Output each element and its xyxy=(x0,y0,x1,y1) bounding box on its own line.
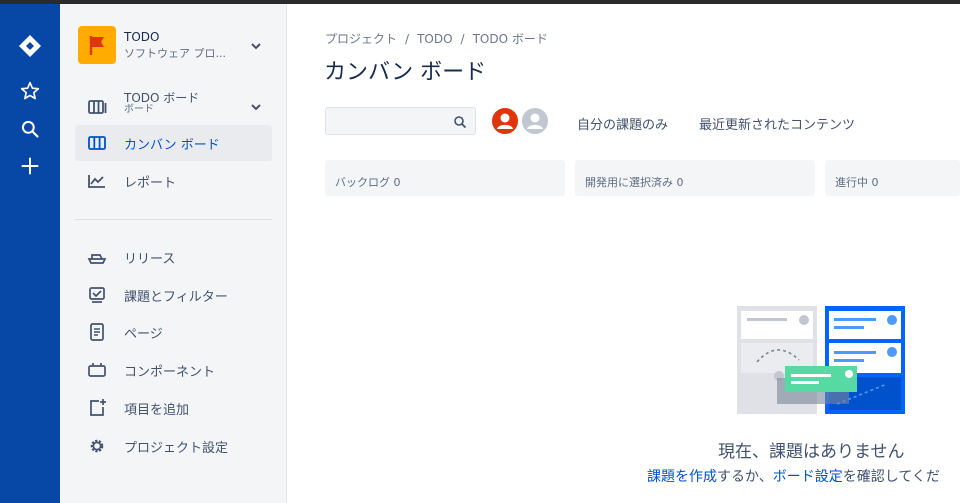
sidebar-item-label: コンポーネント xyxy=(124,364,216,380)
sidebar-item-label: プロジェクト設定 xyxy=(124,440,229,456)
column-header-in-progress: 進行中 0 xyxy=(825,160,960,196)
column-header-selected: 開発用に選択済み 0 xyxy=(575,160,815,196)
search-icon[interactable] xyxy=(15,114,45,144)
quick-filter-my-issues[interactable]: 自分の課題のみ xyxy=(577,114,668,133)
avatar[interactable] xyxy=(520,106,550,136)
sidebar-item-label: 項目を追加 xyxy=(124,402,190,418)
search-icon[interactable] xyxy=(453,114,467,129)
avatar[interactable] xyxy=(490,106,520,136)
jira-logo-icon[interactable] xyxy=(15,31,45,61)
sidebar-item-pages[interactable]: ページ xyxy=(75,314,272,350)
project-name: TODO xyxy=(124,30,160,44)
sidebar-item-label: 課題とフィルター xyxy=(124,289,228,305)
sidebar-item-add-item[interactable]: 項目を追加 xyxy=(75,390,272,426)
main-content: プロジェクト / TODO / TODO ボード カンバン ボード 自分の課題のみ 最近… xyxy=(288,4,960,503)
board-switcher-label: TODO ボード xyxy=(124,91,200,105)
global-nav xyxy=(0,4,60,503)
issues-icon xyxy=(87,285,107,305)
board-switcher-icon xyxy=(87,97,107,117)
chevron-down-icon[interactable] xyxy=(248,38,264,54)
plus-icon[interactable] xyxy=(15,151,45,181)
breadcrumb: プロジェクト / TODO / TODO ボード xyxy=(325,30,548,47)
breadcrumb-item[interactable]: TODO ボード xyxy=(473,32,548,46)
page-icon xyxy=(87,322,107,342)
column-header-backlog: バックログ 0 xyxy=(325,160,565,196)
breadcrumb-separator: / xyxy=(405,32,410,46)
page-title: カンバン ボード xyxy=(324,60,487,85)
empty-state-message: 課題を作成するか、ボード設定を確認してくだ xyxy=(647,466,940,486)
sidebar-item-issues-filters[interactable]: 課題とフィルター xyxy=(75,277,272,313)
empty-state-text: するか、 xyxy=(717,469,773,485)
sidebar-item-releases[interactable]: リリース xyxy=(75,239,272,275)
create-issue-link[interactable]: 課題を作成 xyxy=(647,469,717,485)
gear-icon xyxy=(87,436,107,456)
project-avatar xyxy=(78,26,116,64)
ship-icon xyxy=(87,247,107,267)
sidebar-divider xyxy=(75,219,272,220)
component-icon xyxy=(87,360,107,380)
sidebar-item-kanban-board[interactable]: カンバン ボード xyxy=(75,125,272,161)
add-item-icon xyxy=(87,398,107,418)
sidebar-item-label: カンバン ボード xyxy=(124,137,220,153)
breadcrumb-item[interactable]: TODO xyxy=(417,32,452,46)
sidebar-item-label: レポート xyxy=(124,175,177,191)
sidebar-item-project-settings[interactable]: プロジェクト設定 xyxy=(75,428,272,464)
empty-state-title: 現在、課題はありません xyxy=(718,442,905,462)
quick-filter-recently-updated[interactable]: 最近更新されたコンテンツ xyxy=(699,114,855,133)
chevron-down-icon[interactable] xyxy=(248,99,264,115)
board-icon xyxy=(87,133,107,153)
project-sidebar: TODO ソフトウェア プロ... TODO ボード ボード カンバン ボード … xyxy=(60,4,287,503)
board-settings-link[interactable]: ボード設定 xyxy=(773,469,843,485)
project-type: ソフトウェア プロ... xyxy=(124,47,226,60)
breadcrumb-item[interactable]: プロジェクト xyxy=(325,32,397,46)
empty-state-text: を確認してくだ xyxy=(842,469,940,485)
board-switcher-text: TODO ボード ボード xyxy=(124,92,199,116)
board-switcher-sub: ボード xyxy=(124,104,154,115)
empty-board-illustration xyxy=(737,306,905,414)
sidebar-item-reports[interactable]: レポート xyxy=(75,163,272,199)
project-header[interactable]: TODO ソフトウェア プロ... xyxy=(78,26,270,66)
star-icon[interactable] xyxy=(15,76,45,106)
chart-icon xyxy=(87,171,107,191)
sidebar-item-components[interactable]: コンポーネント xyxy=(75,352,272,388)
sidebar-item-label: リリース xyxy=(124,251,176,267)
breadcrumb-separator: / xyxy=(460,32,465,46)
sidebar-item-label: ページ xyxy=(124,326,163,342)
